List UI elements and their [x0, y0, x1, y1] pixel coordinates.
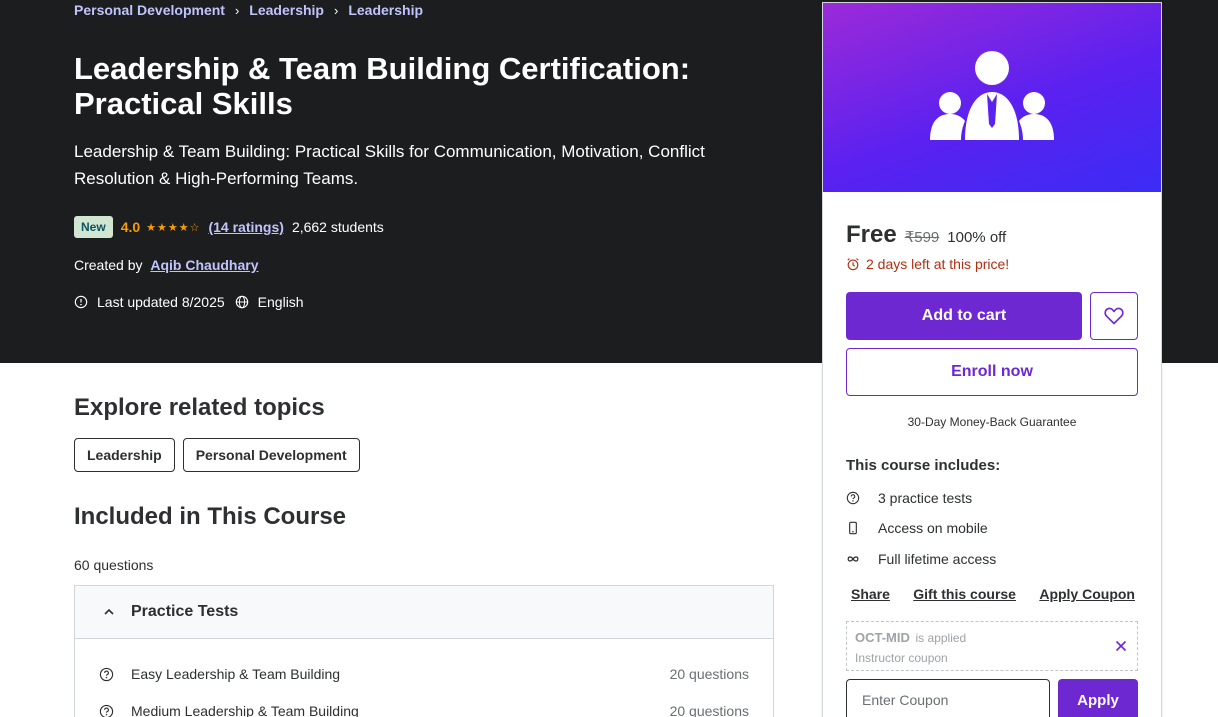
include-item: 3 practice tests [846, 490, 972, 506]
list-item[interactable]: Medium Leadership & Team Building 20 que… [99, 703, 749, 717]
test-question-count: 20 questions [669, 703, 749, 717]
applied-coupon: OCT-MID is applied Instructor coupon [846, 621, 1138, 671]
author-link[interactable]: Aqib Chaudhary [150, 257, 258, 273]
include-label: 3 practice tests [878, 490, 973, 506]
star-rating-icon: ★★★★☆ [146, 221, 201, 234]
current-price: Free [846, 221, 897, 248]
enroll-now-button[interactable]: Enroll now [846, 348, 1138, 396]
breadcrumb-item[interactable]: Leadership [249, 2, 324, 18]
test-question-count: 20 questions [669, 666, 749, 682]
deadline-text: 2 days left at this price! [866, 256, 1010, 272]
test-name: Easy Leadership & Team Building [131, 666, 341, 682]
alert-badge-icon [74, 295, 88, 309]
coupon-status: is applied [915, 631, 967, 645]
includes-title: This course includes: [846, 457, 1001, 474]
include-item: Full lifetime access [846, 551, 996, 567]
course-preview-image[interactable] [823, 3, 1161, 192]
help-circle-icon [99, 667, 114, 681]
purchase-sidebar: Free ₹599 100% off 2 days left at this p… [822, 2, 1162, 717]
money-back-guarantee: 30-Day Money-Back Guarantee [907, 415, 1077, 429]
rating-row: New 4.0 ★★★★☆ (14 ratings) 2,662 student… [74, 215, 384, 239]
discount-percent: 100% off [947, 229, 1007, 246]
help-circle-icon [846, 491, 860, 505]
original-price: ₹599 [904, 229, 940, 246]
sidebar-links: Share Gift this course Apply Coupon [851, 586, 1135, 602]
questions-count: 60 questions [74, 557, 154, 573]
ratings-count-link[interactable]: (14 ratings) [208, 219, 283, 235]
coupon-code-row: OCT-MID is applied [855, 630, 1129, 645]
breadcrumb: Personal Development › Leadership › Lead… [74, 2, 423, 18]
price-deadline: 2 days left at this price! [846, 256, 1009, 272]
gift-course-link[interactable]: Gift this course [913, 586, 1016, 602]
apply-coupon-button[interactable]: Apply [1058, 679, 1138, 717]
help-circle-icon [99, 704, 114, 717]
course-language: English [257, 294, 304, 310]
share-link[interactable]: Share [851, 586, 890, 602]
chevron-right-icon: › [333, 2, 339, 18]
test-name: Medium Leadership & Team Building [131, 703, 359, 717]
practice-tests-accordion: Practice Tests Easy Leadership & Team Bu… [74, 585, 774, 717]
included-title: Included in This Course [74, 503, 347, 530]
course-meta: Last updated 8/2025 English [74, 294, 314, 310]
include-label: Access on mobile [878, 520, 988, 536]
breadcrumb-item[interactable]: Personal Development [74, 2, 225, 18]
list-item[interactable]: Easy Leadership & Team Building 20 quest… [99, 666, 749, 682]
apply-coupon-link[interactable]: Apply Coupon [1039, 586, 1135, 602]
globe-icon [235, 295, 248, 309]
related-topics: Leadership Personal Development [74, 438, 360, 472]
mobile-icon [849, 521, 857, 535]
created-by-label: Created by [74, 257, 143, 273]
alarm-clock-icon [847, 258, 859, 271]
course-subtitle: Leadership & Team Building: Practical Sk… [74, 142, 705, 188]
coupon-type: Instructor coupon [855, 651, 948, 665]
price-row: Free ₹599 100% off [846, 221, 1006, 249]
infinity-icon [847, 556, 859, 562]
include-label: Full lifetime access [878, 551, 997, 567]
topic-personal-development-button[interactable]: Personal Development [182, 438, 360, 472]
coupon-input[interactable] [846, 679, 1050, 717]
add-to-cart-button[interactable]: Add to cart [846, 292, 1082, 340]
last-updated: Last updated 8/2025 [97, 294, 225, 310]
rating-value: 4.0 [120, 219, 141, 235]
wishlist-button[interactable] [1090, 292, 1138, 340]
accordion-title: Practice Tests [131, 603, 239, 620]
new-badge: New [74, 216, 113, 238]
related-topics-title: Explore related topics [74, 394, 325, 421]
topic-leadership-button[interactable]: Leadership [74, 438, 175, 472]
course-title: Leadership & Team Building Certification… [74, 51, 691, 121]
include-item: Access on mobile [846, 520, 988, 536]
heart-icon [1104, 307, 1124, 325]
breadcrumb-item[interactable]: Leadership [348, 2, 423, 18]
team-icon [930, 50, 1054, 140]
created-by: Created by Aqib Chaudhary [74, 257, 259, 273]
coupon-code: OCT-MID [855, 630, 910, 645]
chevron-up-icon [104, 608, 114, 615]
students-count: 2,662 students [291, 219, 384, 235]
accordion-header[interactable]: Practice Tests [75, 586, 773, 639]
chevron-right-icon: › [234, 2, 240, 18]
close-icon[interactable] [1115, 640, 1127, 652]
